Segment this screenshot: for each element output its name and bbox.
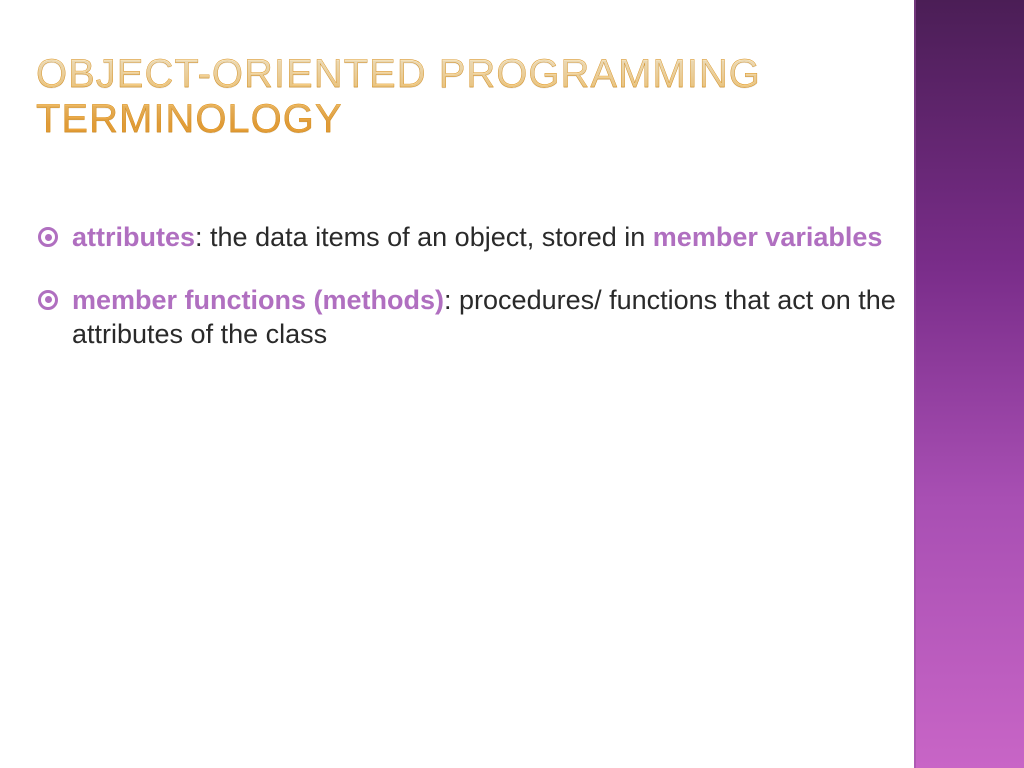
bullet-icon (38, 227, 58, 247)
bullet-text: member functions (methods): procedures/ … (72, 283, 938, 352)
term-highlight: member variables (653, 222, 883, 252)
decorative-side-strip (914, 0, 1024, 768)
definition-text: : the data items of an object, stored in (195, 222, 653, 252)
bullet-item: attributes: the data items of an object,… (38, 220, 938, 255)
bullet-item: member functions (methods): procedures/ … (38, 283, 938, 352)
slide-body: attributes: the data items of an object,… (38, 220, 938, 380)
bullet-icon (38, 290, 58, 310)
title-line-2: TERMINOLOGY (36, 97, 343, 141)
term-highlight: member functions (methods) (72, 285, 444, 315)
title-line-1: OBJECT-ORIENTED PROGRAMMING (36, 52, 761, 96)
term-highlight: attributes (72, 222, 195, 252)
slide-title: OBJECT-ORIENTED PROGRAMMING TERMINOLOGY (36, 52, 761, 142)
bullet-text: attributes: the data items of an object,… (72, 220, 938, 255)
